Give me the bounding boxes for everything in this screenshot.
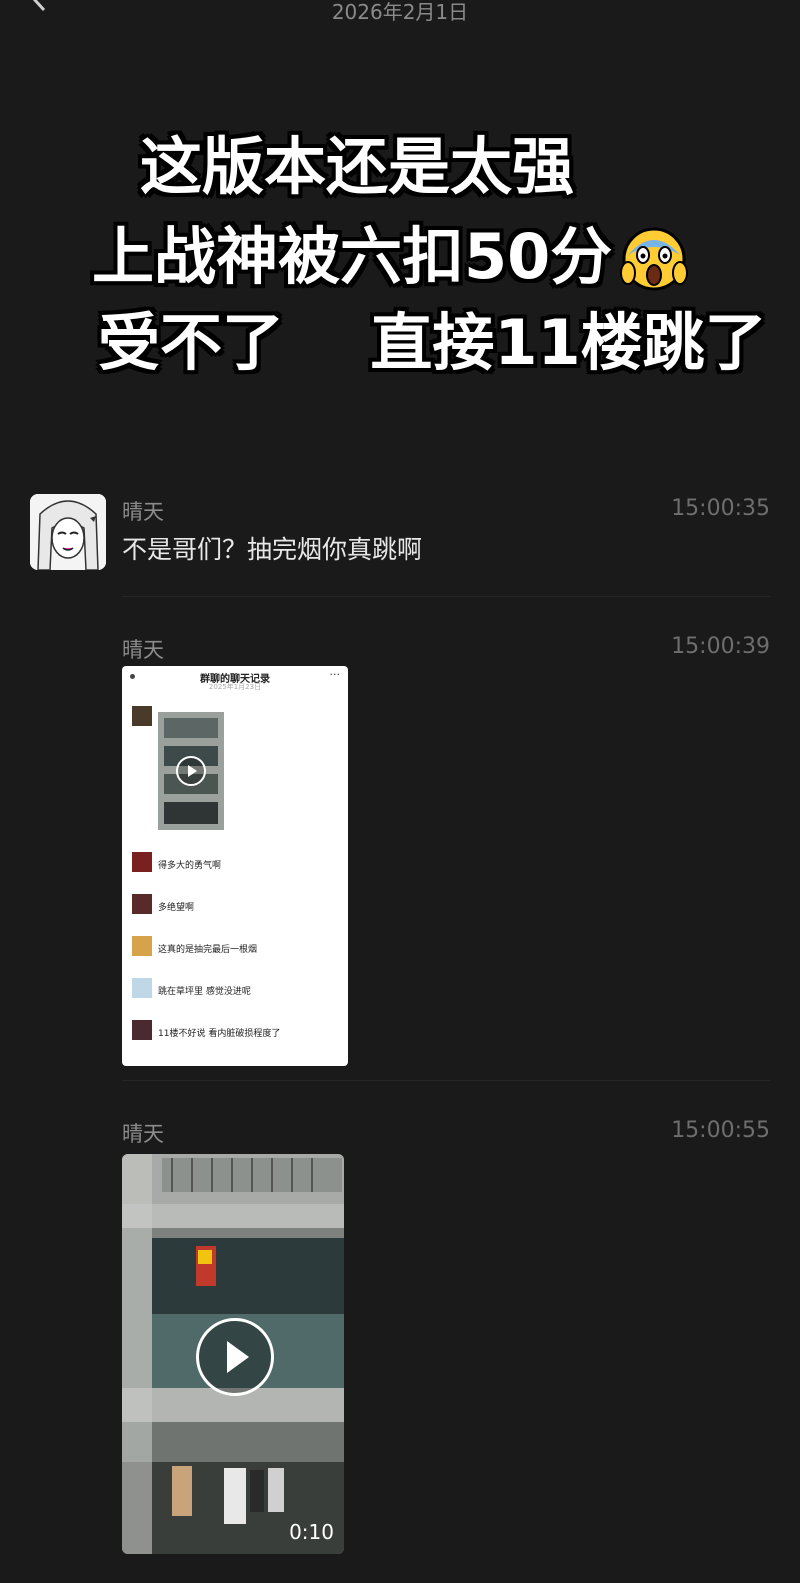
play-icon[interactable] (196, 1318, 274, 1396)
screenshot-avatar (132, 852, 152, 872)
screenshot-row-text: 11楼不好说 看内脏破损程度了 (158, 1029, 281, 1039)
avatar[interactable] (30, 494, 106, 570)
date-header: 2026年2月1日 (331, 0, 469, 24)
caption-line-3: 受不了 直接11楼跳了 (98, 306, 767, 379)
message-time: 15:00:39 (671, 634, 770, 659)
screenshot-subtitle: 2025年1月23日 (208, 683, 262, 691)
screenshot-row: 多绝望啊 (130, 890, 340, 916)
screenshot-avatar (132, 894, 152, 914)
screenshot-avatar (132, 1020, 152, 1040)
screenshot-row-text: 跳在草坪里 感觉没进呢 (158, 987, 251, 997)
screenshot-menu-icon: ··· (329, 668, 341, 681)
screenshot-avatar (132, 978, 152, 998)
message-time: 15:00:55 (671, 1118, 770, 1143)
sender-name: 晴天 (122, 638, 164, 662)
caption-line-1: 这版本还是太强 (140, 130, 575, 203)
screenshot-row: 这真的是抽完最后一根烟 (130, 932, 340, 958)
chat-screenshot-image[interactable]: 群聊的聊天记录 2025年1月23日 ··· 得多大的勇气啊 多绝望啊 这真的是… (122, 666, 348, 1066)
video-duration: 0:10 (289, 1520, 334, 1544)
video-message[interactable]: 0:10 (122, 1154, 344, 1554)
screenshot-row-text: 多绝望啊 (158, 903, 195, 913)
sender-name: 晴天 (122, 500, 164, 524)
sender-name: 晴天 (122, 1122, 164, 1146)
message-time: 15:00:35 (671, 496, 770, 521)
caption-line-2: 上战神被六扣50分 (92, 220, 690, 297)
screenshot-row: 11楼不好说 看内脏破损程度了 (130, 1016, 340, 1042)
avatar-anime-girl-icon (30, 494, 106, 570)
screenshot-avatar (132, 706, 152, 726)
screenshot-play-icon (176, 756, 206, 786)
screenshot-row-text: 这真的是抽完最后一根烟 (158, 945, 258, 955)
divider (122, 1080, 770, 1081)
screenshot-row: 得多大的勇气啊 (130, 848, 340, 874)
caption-line-2-text: 上战神被六扣50分 (92, 220, 613, 293)
screenshot-row-text: 得多大的勇气啊 (158, 861, 222, 871)
scream-emoji-icon (620, 227, 689, 291)
screenshot-avatar (132, 936, 152, 956)
screenshot-row: 跳在草坪里 感觉没进呢 (130, 974, 340, 1000)
message-text[interactable]: 不是哥们？抽完烟你真跳啊 (122, 530, 422, 566)
screenshot-video-thumb (158, 712, 224, 830)
divider (122, 596, 770, 597)
